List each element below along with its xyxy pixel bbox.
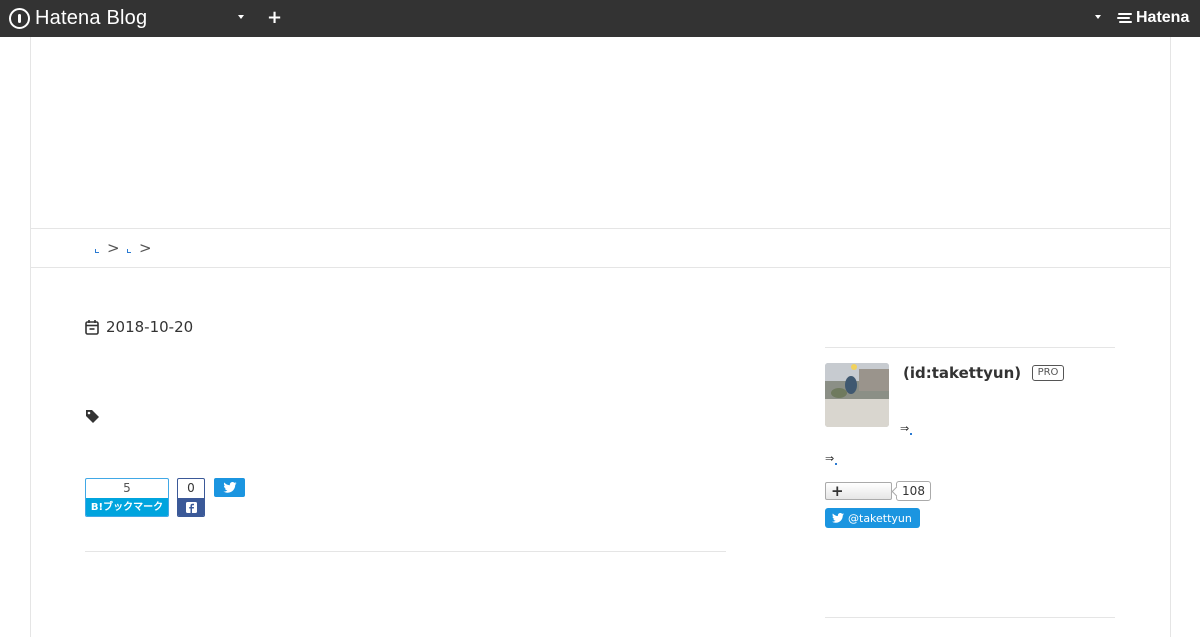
hatena-logo-icon xyxy=(1117,13,1132,23)
global-header: Hatena Blog + Hatena xyxy=(0,0,1200,37)
profile-link-2[interactable]: ⇒ xyxy=(825,452,838,465)
hatena-bookmark-label: B!ブックマーク xyxy=(86,498,168,516)
article-divider xyxy=(85,551,726,552)
caret-down-icon[interactable] xyxy=(1095,15,1101,19)
profile-avatar[interactable] xyxy=(825,363,889,427)
profile-id[interactable]: (id:takettyun) xyxy=(903,364,1021,382)
brand-text: Hatena xyxy=(1136,9,1190,26)
calendar-icon xyxy=(85,320,99,335)
sidebar-divider xyxy=(825,617,1115,618)
follow-button[interactable]: + xyxy=(825,482,892,500)
breadcrumb xyxy=(30,230,1170,268)
twitter-handle: @takettyun xyxy=(848,511,912,525)
hatena-blog-logo[interactable]: Hatena Blog xyxy=(9,7,147,29)
entry-date-text: 2018-10-20 xyxy=(106,318,194,336)
header-area xyxy=(30,37,1170,229)
tag-icon xyxy=(85,409,100,428)
facebook-share-count: 0 xyxy=(187,481,195,495)
entry-date[interactable]: 2018-10-20 xyxy=(85,318,193,336)
breadcrumb-link-top[interactable] xyxy=(95,249,99,253)
pro-badge: PRO xyxy=(1032,365,1064,381)
twitter-icon xyxy=(832,513,844,523)
plus-icon: + xyxy=(831,482,844,500)
profile-link-1[interactable]: ⇒ xyxy=(900,422,913,435)
link-dot xyxy=(835,463,838,465)
hatena-brand-link[interactable]: Hatena xyxy=(1117,9,1189,27)
facebook-icon xyxy=(178,498,204,516)
hatena-blog-logo-icon xyxy=(9,7,30,29)
arrow-text: ⇒ xyxy=(825,452,835,465)
twitter-share-button[interactable] xyxy=(214,478,245,497)
breadcrumb-link-category[interactable] xyxy=(127,249,131,253)
breadcrumb-separator: > xyxy=(107,239,120,257)
hatena-bookmark-button[interactable]: 5 B!ブックマーク xyxy=(85,478,169,517)
link-dot xyxy=(910,433,913,435)
caret-down-icon[interactable] xyxy=(238,15,244,19)
twitter-icon xyxy=(222,482,237,493)
twitter-follow-button[interactable]: @takettyun xyxy=(825,508,920,528)
follower-count: 108 xyxy=(896,481,931,501)
facebook-share-button[interactable]: 0 xyxy=(177,478,205,517)
logo-text: Hatena Blog xyxy=(35,6,148,29)
hatena-bookmark-count: 5 xyxy=(123,481,131,495)
plus-icon[interactable]: + xyxy=(267,8,282,28)
sidebar-divider xyxy=(825,347,1115,348)
breadcrumb-separator: > xyxy=(139,239,152,257)
arrow-text: ⇒ xyxy=(900,422,910,435)
